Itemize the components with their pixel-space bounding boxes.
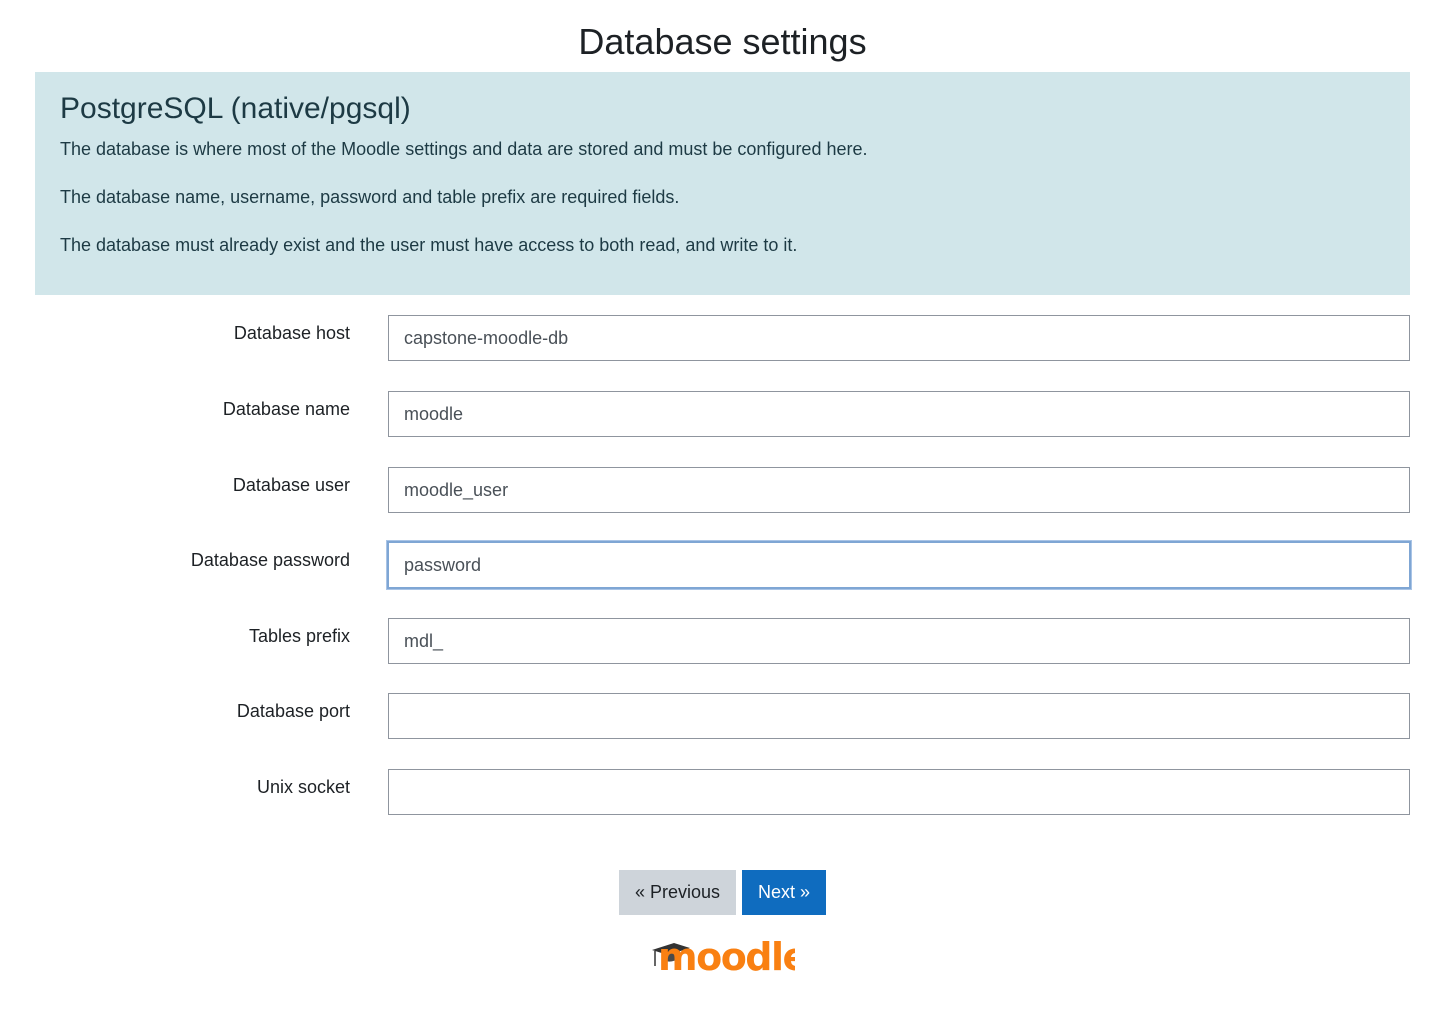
db-host-label: Database host: [233, 323, 350, 343]
unix-socket-label: Unix socket: [256, 777, 350, 797]
info-paragraph-required-fields: The database name, username, password an…: [60, 187, 680, 207]
form-row-unix-socket: Unix socket: [0, 769, 1455, 815]
db-password-input[interactable]: [387, 541, 1411, 589]
db-password-label: Database password: [190, 550, 350, 570]
info-paragraph-settings: The database is where most of the Moodle…: [60, 139, 868, 159]
unix-socket-input[interactable]: [388, 769, 1410, 815]
db-port-input[interactable]: [388, 693, 1410, 739]
moodle-logo: moodle: [650, 930, 808, 979]
svg-text:moodle: moodle: [658, 935, 795, 975]
navigation-buttons: « Previous Next »: [0, 870, 1445, 915]
db-user-label: Database user: [232, 475, 350, 495]
db-user-input[interactable]: [388, 467, 1410, 513]
form-row-db-port: Database port: [0, 693, 1455, 739]
form-row-db-name: Database name: [0, 391, 1455, 437]
moodle-logo-image: moodle: [652, 935, 808, 979]
info-paragraph-access: The database must already exist and the …: [60, 235, 798, 255]
tables-prefix-label: Tables prefix: [248, 626, 350, 646]
db-name-input[interactable]: [388, 391, 1410, 437]
form-row-tables-prefix: Tables prefix: [0, 618, 1455, 664]
page-title: Database settings: [578, 21, 867, 62]
db-port-label: Database port: [236, 701, 350, 721]
db-host-input[interactable]: [388, 315, 1410, 361]
form-row-db-user: Database user: [0, 467, 1455, 513]
db-name-label: Database name: [222, 399, 350, 419]
database-type-heading: PostgreSQL (native/pgsql): [60, 92, 411, 125]
form-row-db-password: Database password: [0, 541, 1455, 589]
previous-button[interactable]: « Previous: [618, 870, 736, 915]
tables-prefix-input[interactable]: [388, 618, 1410, 664]
database-info-box: PostgreSQL (native/pgsql) The database i…: [35, 72, 1410, 295]
next-button[interactable]: Next »: [742, 870, 827, 915]
form-row-db-host: Database host: [0, 315, 1455, 361]
